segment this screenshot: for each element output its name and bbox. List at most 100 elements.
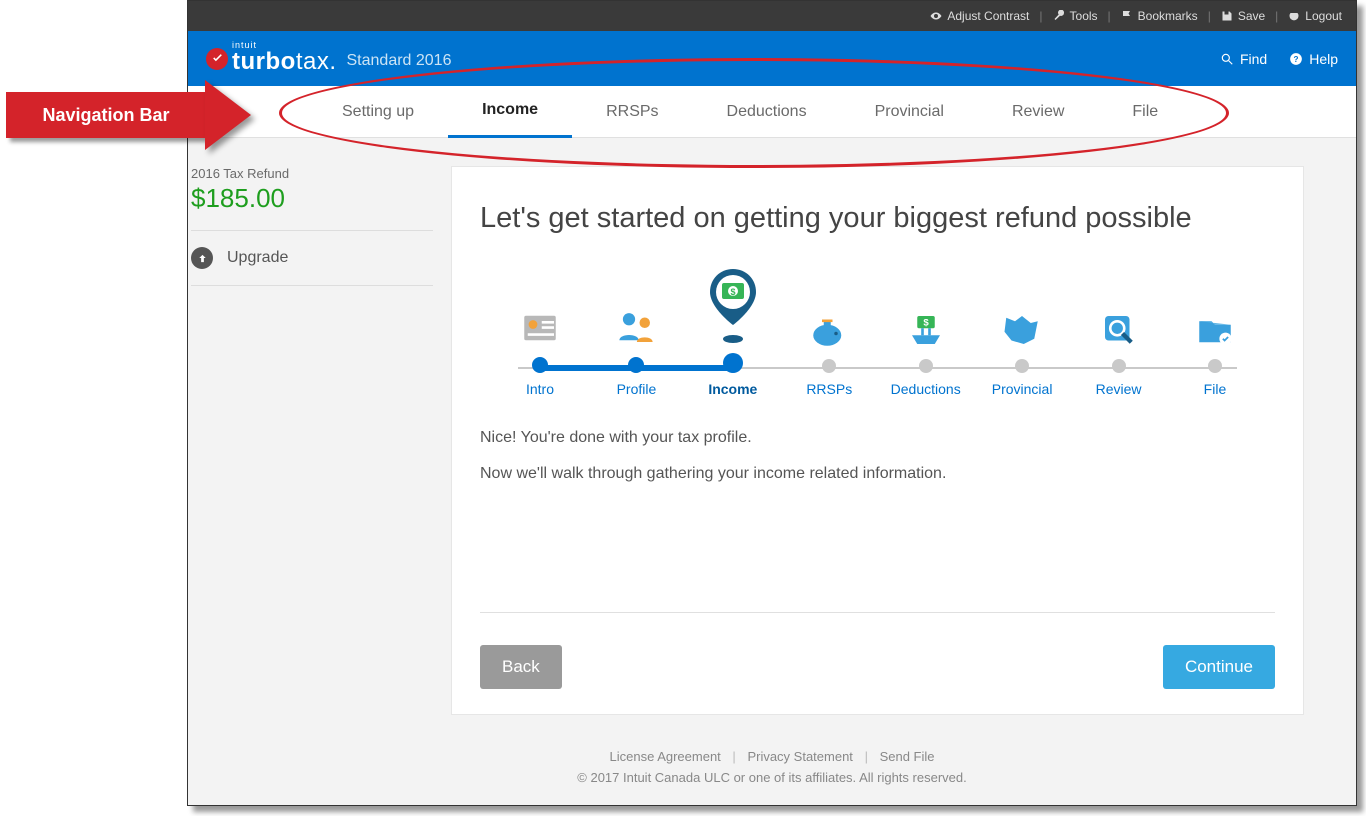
step-file[interactable]: File — [1175, 271, 1255, 397]
bookmarks-label: Bookmarks — [1138, 9, 1198, 23]
step-income[interactable]: $ Income — [693, 265, 773, 397]
step-icon-file — [1194, 271, 1236, 351]
privacy-link[interactable]: Privacy Statement — [747, 749, 853, 764]
step-label: Deductions — [891, 381, 961, 397]
search-icon — [1220, 52, 1234, 66]
tools-link[interactable]: Tools — [1053, 9, 1098, 23]
eye-icon — [930, 10, 942, 22]
separator: | — [732, 749, 735, 764]
step-icon-income: $ — [704, 265, 762, 345]
find-label: Find — [1240, 51, 1267, 67]
svg-text:?: ? — [1294, 54, 1299, 63]
power-icon — [1288, 10, 1300, 22]
divider — [191, 230, 433, 231]
sidebar: 2016 Tax Refund $185.00 Upgrade — [191, 166, 451, 715]
step-icon-provincial — [1001, 271, 1043, 351]
step-icon-intro — [519, 269, 561, 349]
refund-amount: $185.00 — [191, 183, 433, 214]
help-label: Help — [1309, 51, 1338, 67]
logout-label: Logout — [1305, 9, 1342, 23]
separator: | — [1275, 9, 1278, 23]
help-icon: ? — [1289, 52, 1303, 66]
upgrade-label: Upgrade — [227, 249, 288, 267]
step-label: Review — [1096, 381, 1142, 397]
svg-text:$: $ — [923, 318, 929, 329]
step-dot — [1112, 359, 1126, 373]
body-text-2: Now we'll walk through gathering your in… — [480, 461, 1275, 487]
logout-link[interactable]: Logout — [1288, 9, 1342, 23]
help-link[interactable]: ? Help — [1289, 51, 1338, 67]
step-deductions[interactable]: $ Deductions — [886, 271, 966, 397]
step-dot — [822, 359, 836, 373]
tab-rrsps[interactable]: RRSPs — [572, 86, 692, 138]
page-heading: Let's get started on getting your bigges… — [480, 202, 1275, 235]
body-text-1: Nice! You're done with your tax profile. — [480, 425, 1275, 451]
flag-icon — [1121, 10, 1133, 22]
main-panel: Let's get started on getting your bigges… — [451, 166, 1304, 715]
save-label: Save — [1238, 9, 1265, 23]
upgrade-link[interactable]: Upgrade — [191, 247, 433, 269]
step-dot — [532, 357, 548, 373]
topbar: Adjust Contrast | Tools | Bookmarks | Sa… — [188, 1, 1356, 31]
step-icon-review — [1098, 271, 1140, 351]
continue-button[interactable]: Continue — [1163, 645, 1275, 689]
bookmarks-link[interactable]: Bookmarks — [1121, 9, 1198, 23]
save-link[interactable]: Save — [1221, 9, 1265, 23]
tab-file[interactable]: File — [1098, 86, 1192, 138]
step-dot — [919, 359, 933, 373]
step-dot — [723, 353, 743, 373]
step-rrsps[interactable]: RRSPs — [789, 271, 869, 397]
adjust-contrast-label: Adjust Contrast — [947, 9, 1029, 23]
edition-label: Standard 2016 — [347, 52, 452, 70]
tools-label: Tools — [1070, 9, 1098, 23]
step-dot — [628, 357, 644, 373]
send-file-link[interactable]: Send File — [880, 749, 935, 764]
step-icon-profile — [615, 269, 657, 349]
upgrade-arrow-icon — [191, 247, 213, 269]
brand-name-a: turbo — [232, 48, 296, 75]
tab-provincial[interactable]: Provincial — [841, 86, 978, 138]
tab-deductions[interactable]: Deductions — [693, 86, 841, 138]
logo-checkmark-icon — [206, 48, 228, 70]
save-icon — [1221, 10, 1233, 22]
find-link[interactable]: Find — [1220, 51, 1267, 67]
tab-review[interactable]: Review — [978, 86, 1098, 138]
step-label: Provincial — [992, 381, 1053, 397]
app-frame: Adjust Contrast | Tools | Bookmarks | Sa… — [187, 0, 1357, 806]
separator: | — [865, 749, 868, 764]
nav-tabs: Setting upIncomeRRSPsDeductionsProvincia… — [188, 86, 1356, 138]
adjust-contrast-link[interactable]: Adjust Contrast — [930, 9, 1029, 23]
step-icon-rrsps — [808, 271, 850, 351]
separator: | — [1208, 9, 1211, 23]
tab-income[interactable]: Income — [448, 86, 572, 138]
step-label: Intro — [526, 381, 554, 397]
license-link[interactable]: License Agreement — [610, 749, 721, 764]
step-provincial[interactable]: Provincial — [982, 271, 1062, 397]
svg-text:$: $ — [730, 287, 735, 297]
tab-setting-up[interactable]: Setting up — [308, 86, 448, 138]
step-review[interactable]: Review — [1079, 271, 1159, 397]
step-label: Income — [708, 381, 757, 397]
brand-bar: intuit turbotax. Standard 2016 Find ? He… — [188, 31, 1356, 86]
step-intro[interactable]: Intro — [500, 269, 580, 397]
step-label: Profile — [617, 381, 657, 397]
step-dot — [1015, 359, 1029, 373]
brand-name-b: tax — [296, 48, 330, 75]
back-button[interactable]: Back — [480, 645, 562, 689]
annotation-label: Navigation Bar — [42, 105, 169, 126]
turbotax-logo: intuit turbotax. — [206, 42, 337, 76]
wrench-icon — [1053, 10, 1065, 22]
step-label: File — [1204, 381, 1227, 397]
separator: | — [1108, 9, 1111, 23]
refund-label: 2016 Tax Refund — [191, 166, 433, 181]
action-bar: Back Continue — [480, 612, 1275, 689]
step-icon-deductions: $ — [905, 271, 947, 351]
step-dot — [1208, 359, 1222, 373]
separator: | — [1039, 9, 1042, 23]
step-profile[interactable]: Profile — [596, 269, 676, 397]
progress-steps: Intro Profile $ Income RRSPs $ Deductions Provi… — [500, 265, 1255, 397]
divider — [191, 285, 433, 286]
annotation-callout: Navigation Bar — [6, 78, 266, 158]
copyright: © 2017 Intuit Canada ULC or one of its a… — [188, 770, 1356, 785]
footer: License Agreement | Privacy Statement | … — [188, 735, 1356, 805]
